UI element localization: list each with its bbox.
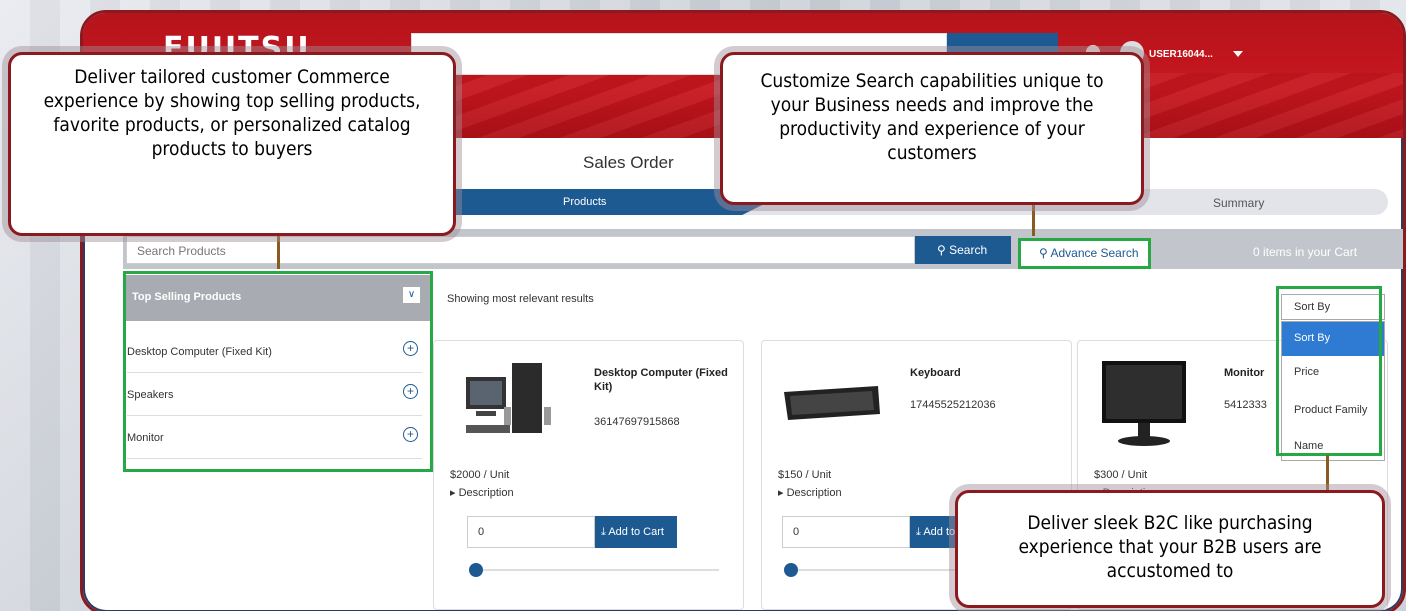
description-toggle[interactable]: ▸ Description — [778, 486, 842, 499]
add-to-cart-button[interactable]: ⤓ Add to Cart — [595, 516, 677, 548]
search-button-label: Search — [949, 243, 988, 257]
callout-b2c-experience: Deliver sleek B2C like purchasing experi… — [955, 490, 1385, 608]
callout-custom-search: Customize Search capabilities unique to … — [720, 52, 1144, 205]
slider-handle[interactable] — [469, 563, 483, 577]
price-value: $2000 — [450, 469, 481, 481]
connector-line — [1032, 205, 1035, 236]
connector-line — [277, 236, 280, 269]
highlight-box — [123, 271, 433, 472]
highlight-box — [1276, 286, 1382, 456]
product-sku: 36147697915868 — [594, 416, 680, 428]
product-price: $2000 / Unit — [450, 469, 509, 481]
product-sku: 5412333 — [1224, 399, 1267, 411]
price-value: $150 — [778, 469, 803, 481]
price-value: $300 — [1094, 469, 1119, 481]
quantity-input[interactable]: 0 — [467, 516, 595, 548]
connector-line — [1326, 455, 1329, 491]
product-sku: 17445525212036 — [910, 399, 996, 411]
description-label: Description — [786, 487, 842, 499]
page-title: Sales Order — [583, 153, 674, 172]
advance-search-label: Advance Search — [1050, 246, 1139, 260]
price-unit: / Unit — [480, 469, 510, 481]
search-icon: ⚲ — [937, 243, 950, 257]
description-toggle[interactable]: ▸ Description — [450, 486, 514, 499]
user-name[interactable]: USER16044... — [1149, 49, 1213, 60]
product-price: $300 / Unit — [1094, 469, 1147, 481]
product-card[interactable]: Desktop Computer (Fixed Kit) 36147697915… — [433, 340, 744, 610]
search-input[interactable]: Search Products — [126, 236, 915, 264]
cart-count[interactable]: 0 items in your Cart — [1253, 245, 1357, 259]
product-price: $150 / Unit — [778, 469, 831, 481]
desktop-computer-image — [466, 363, 551, 433]
product-name[interactable]: Desktop Computer (Fixed Kit) — [594, 366, 734, 394]
step-summary-label[interactable]: Summary — [1213, 196, 1264, 210]
slider-handle[interactable] — [784, 563, 798, 577]
step-products-label: Products — [563, 196, 607, 208]
quantity-slider[interactable] — [469, 569, 719, 571]
search-button[interactable]: ⚲ Search — [915, 236, 1011, 264]
price-unit: / Unit — [802, 469, 832, 481]
chevron-down-icon[interactable] — [1233, 51, 1243, 57]
add-to-cart-label: Add to Cart — [608, 526, 664, 538]
price-unit: / Unit — [1118, 469, 1148, 481]
monitor-image — [1102, 361, 1186, 446]
search-icon: ⚲ — [1039, 246, 1051, 260]
quantity-input[interactable]: 0 — [782, 516, 910, 548]
keyboard-image — [784, 386, 880, 420]
product-name[interactable]: Keyboard — [910, 366, 1050, 380]
advance-search-button[interactable]: ⚲ Advance Search — [1018, 238, 1151, 269]
description-label: Description — [458, 487, 514, 499]
callout-tailored-experience: Deliver tailored customer Commerce exper… — [8, 52, 456, 236]
results-label: Showing most relevant results — [447, 293, 594, 305]
